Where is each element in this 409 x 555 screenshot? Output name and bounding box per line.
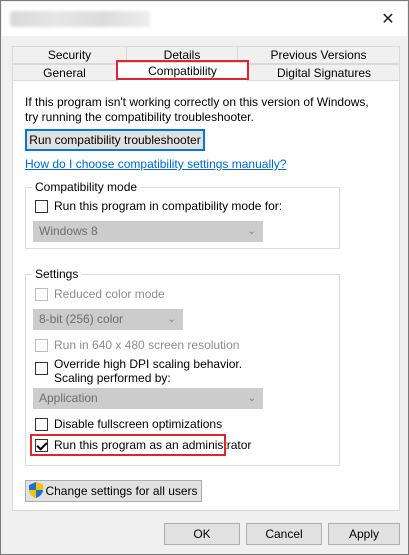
chevron-down-icon: ⌄ <box>167 314 176 325</box>
resolution-checkbox[interactable] <box>35 339 48 352</box>
intro-text: If this program isn't working correctly … <box>25 95 369 124</box>
fullscreen-opt-checkbox[interactable] <box>35 418 48 431</box>
blurred-title <box>10 11 150 27</box>
color-depth-value: 8-bit (256) color <box>39 312 124 326</box>
chevron-down-icon: ⌄ <box>247 393 256 404</box>
compatibility-panel: If this program isn't working correctly … <box>12 80 400 511</box>
reduced-color-label: Reduced color mode <box>54 287 165 301</box>
close-button[interactable]: ✕ <box>377 8 399 30</box>
ok-button[interactable]: OK <box>164 523 240 545</box>
tab-security[interactable]: Security <box>12 46 127 64</box>
color-depth-select[interactable]: 8-bit (256) color ⌄ <box>33 309 183 330</box>
dpi-override-label: Override high DPI scaling behavior. <box>54 357 243 371</box>
properties-dialog: ✕ Security Details Previous Versions Gen… <box>0 0 409 555</box>
apply-button[interactable]: Apply <box>328 523 400 545</box>
dpi-scaling-select[interactable]: Application ⌄ <box>33 388 263 409</box>
uac-shield-icon <box>29 482 44 498</box>
run-as-admin-checkbox[interactable] <box>35 439 48 452</box>
change-settings-all-users-label: Change settings for all users <box>45 484 198 498</box>
settings-group: Settings Reduced color mode 8-bit (256) … <box>25 267 340 466</box>
chevron-down-icon: ⌄ <box>247 226 256 237</box>
os-version-select[interactable]: Windows 8 ⌄ <box>33 221 263 242</box>
tab-previous-versions[interactable]: Previous Versions <box>237 46 400 64</box>
compat-mode-checkbox[interactable] <box>35 200 48 213</box>
fullscreen-opt-label: Disable fullscreen optimizations <box>54 417 223 431</box>
close-icon: ✕ <box>381 11 395 28</box>
cancel-button[interactable]: Cancel <box>246 523 322 545</box>
tab-compatibility[interactable]: Compatibility <box>117 62 248 82</box>
change-settings-all-users-button[interactable]: Change settings for all users <box>25 480 202 502</box>
compatibility-mode-legend: Compatibility mode <box>32 180 141 194</box>
run-troubleshooter-button[interactable]: Run compatibility troubleshooter <box>25 129 205 151</box>
manual-settings-link[interactable]: How do I choose compatibility settings m… <box>25 157 286 171</box>
dpi-scaling-value: Application <box>39 391 98 405</box>
settings-legend: Settings <box>32 267 82 281</box>
resolution-label: Run in 640 x 480 screen resolution <box>54 338 240 352</box>
os-version-value: Windows 8 <box>39 224 98 238</box>
compatibility-mode-group: Compatibility mode Run this program in c… <box>25 180 340 249</box>
dpi-override-checkbox[interactable] <box>35 362 48 375</box>
title-bar: ✕ <box>2 2 407 36</box>
reduced-color-checkbox[interactable] <box>35 288 48 301</box>
compat-mode-label: Run this program in compatibility mode f… <box>54 199 283 213</box>
dpi-scaling-label: Scaling performed by: <box>54 371 171 385</box>
run-as-admin-label: Run this program as an administrator <box>54 438 252 452</box>
